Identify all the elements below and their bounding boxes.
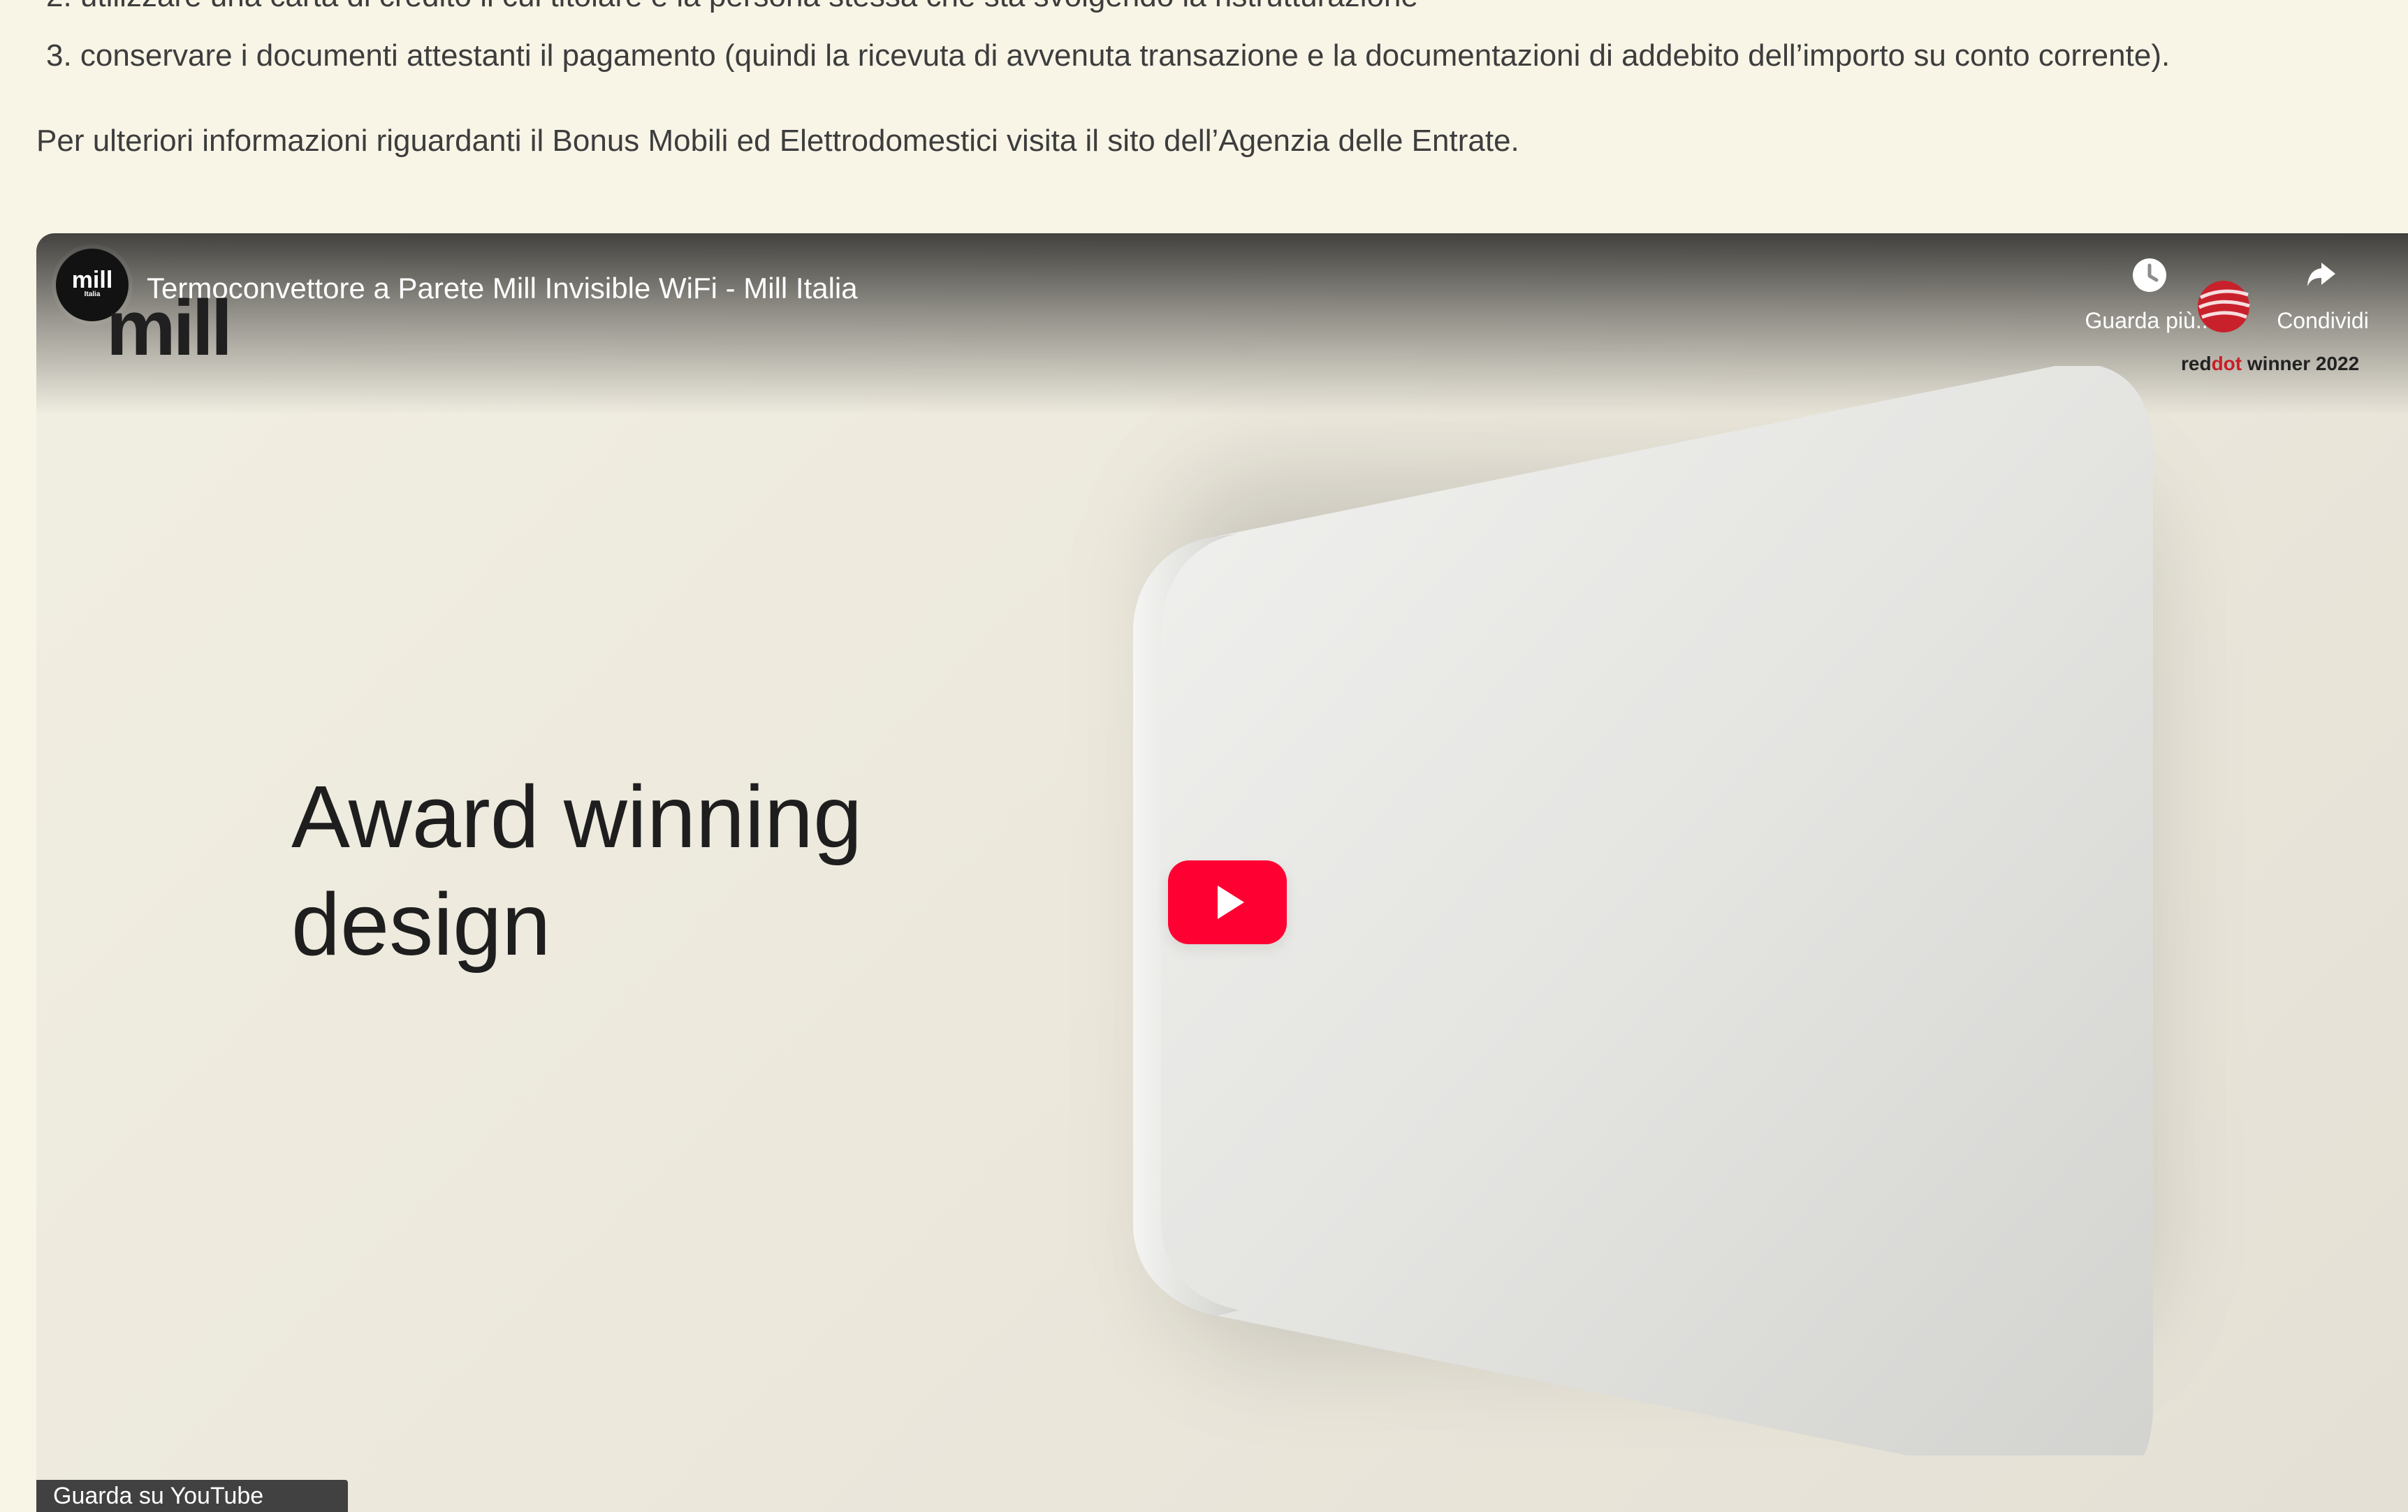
hero-line-1: Award winning bbox=[291, 768, 863, 866]
award-brand-part-1: red bbox=[2181, 353, 2212, 374]
award-text: reddot winner 2022 bbox=[2181, 352, 2359, 376]
hero-text: Award winning design bbox=[291, 763, 990, 978]
brand-wordmark: mill bbox=[106, 284, 233, 372]
award-brand-part-2: dot bbox=[2211, 353, 2242, 374]
paragraph-info: Per ulteriori informazioni riguardanti i… bbox=[36, 124, 1519, 158]
award-suffix: winner 2022 bbox=[2242, 353, 2360, 374]
watch-on-youtube-badge[interactable]: Guarda su YouTube bbox=[36, 1480, 348, 1512]
play-icon bbox=[1218, 886, 1244, 919]
share-button[interactable]: Condividi bbox=[2249, 254, 2396, 335]
video-title-link[interactable]: Termoconvettore a Parete Mill Invisible … bbox=[147, 271, 858, 306]
clock-icon bbox=[2133, 258, 2166, 292]
share-icon bbox=[2307, 263, 2335, 286]
share-label: Condividi bbox=[2277, 308, 2369, 333]
award-icon bbox=[2198, 281, 2250, 332]
channel-avatar-subtext: Italia bbox=[84, 291, 101, 298]
list-item-second: 3. conservare i documenti attestanti il … bbox=[46, 38, 2170, 73]
video-embed[interactable]: mill Italia Termoconvettore a Parete Mil… bbox=[36, 233, 2408, 1512]
list-item-top: 2. utilizzare una carta di credito il cu… bbox=[46, 0, 1418, 15]
play-button[interactable] bbox=[1168, 860, 1287, 944]
hero-line-2: design bbox=[291, 875, 551, 974]
